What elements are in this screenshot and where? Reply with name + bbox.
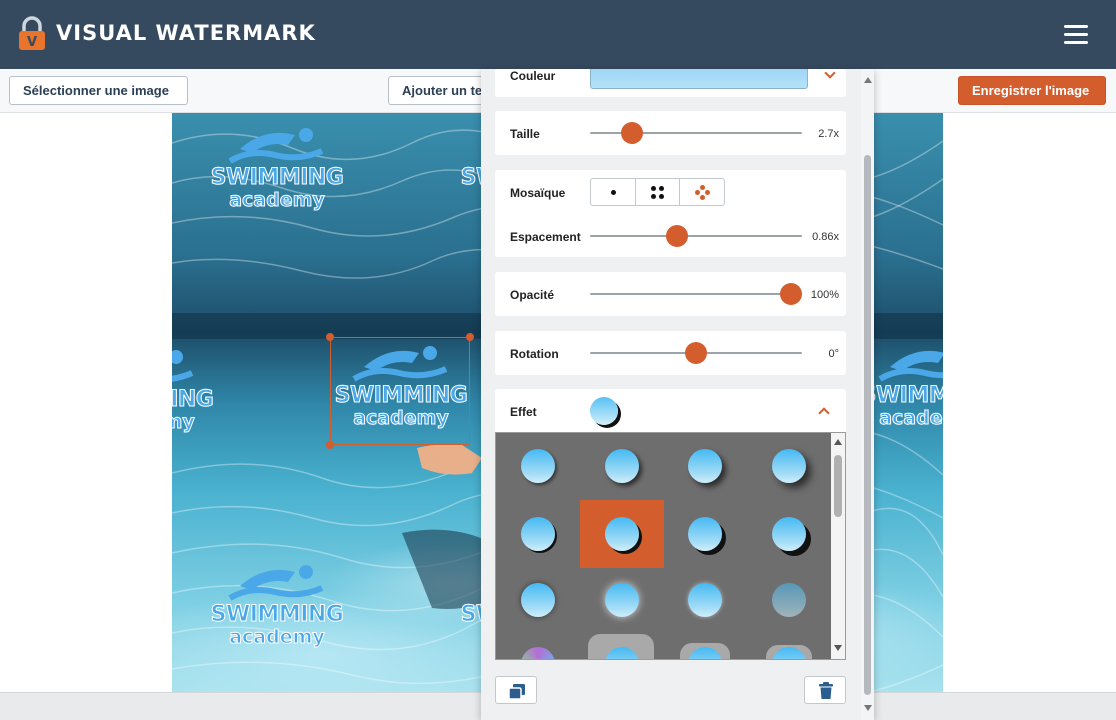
rotation-slider-thumb[interactable] <box>685 342 707 364</box>
opacity-label: Opacité <box>510 288 555 302</box>
delete-button[interactable] <box>804 676 846 704</box>
effect-option[interactable] <box>772 449 806 483</box>
scroll-up-arrow-icon[interactable] <box>834 439 842 445</box>
add-text-button[interactable]: Ajouter un texte <box>388 76 488 105</box>
rotation-card: Rotation 0° <box>495 331 846 375</box>
scroll-down-arrow-icon[interactable] <box>834 645 842 651</box>
opacity-card: Opacité 100% <box>495 272 846 316</box>
color-swatch[interactable] <box>590 69 808 89</box>
size-value: 2.7x <box>818 128 839 140</box>
effect-option[interactable] <box>605 583 639 617</box>
effect-option[interactable] <box>521 583 555 617</box>
effect-option[interactable] <box>521 517 555 551</box>
watermark-text-line1: SWIMMING <box>210 165 344 191</box>
app-header: V VISUAL WATERMARK <box>0 0 1116 69</box>
chevron-down-icon[interactable] <box>824 69 836 79</box>
chevron-up-icon[interactable] <box>818 407 830 419</box>
app-title: VISUAL WATERMARK <box>56 21 316 45</box>
scroll-thumb[interactable] <box>834 455 842 517</box>
effect-grid <box>495 432 846 660</box>
resize-handle-top-right[interactable] <box>466 333 474 341</box>
color-label: Couleur <box>510 69 556 83</box>
single-dot-icon[interactable] <box>591 179 636 205</box>
opacity-value: 100% <box>810 289 839 301</box>
watermark-tile: SWIMMING academy <box>172 343 222 443</box>
duplicate-button[interactable] <box>495 676 537 704</box>
hamburger-menu-icon[interactable] <box>1062 22 1090 48</box>
size-slider-track[interactable] <box>590 122 802 144</box>
spacing-slider-track[interactable] <box>590 225 802 247</box>
tile-card: Mosaïque Espacement 0.86x <box>495 170 846 257</box>
spacing-slider-thumb[interactable] <box>665 225 688 247</box>
resize-handle-top-left[interactable] <box>326 333 334 341</box>
trash-icon <box>819 682 833 699</box>
effect-preview[interactable] <box>590 397 618 425</box>
effect-option[interactable] <box>688 517 722 551</box>
swimmer-logo-icon <box>878 350 943 382</box>
watermark-text-line2: academy <box>229 626 326 649</box>
watermark-tile: SWIMMING academy <box>202 558 352 658</box>
swimmer-logo-icon <box>172 350 194 382</box>
opacity-slider-track[interactable] <box>590 283 803 305</box>
scroll-up-arrow-icon[interactable] <box>864 77 872 83</box>
effect-option[interactable] <box>688 583 722 617</box>
effect-option[interactable] <box>772 583 806 617</box>
effect-card: Effet <box>495 389 846 433</box>
opacity-slider-thumb[interactable] <box>780 283 803 305</box>
effect-option[interactable] <box>605 517 639 551</box>
rotation-label: Rotation <box>510 347 559 361</box>
spacing-value: 0.86x <box>812 231 839 243</box>
swimmer-logo-icon <box>228 565 324 601</box>
effect-option[interactable] <box>521 647 555 659</box>
effect-option[interactable] <box>521 449 555 483</box>
rotation-value: 0° <box>828 348 839 360</box>
panel-scrollbar[interactable] <box>861 69 874 720</box>
selection-box[interactable] <box>326 333 474 449</box>
select-image-button[interactable]: Sélectionner une image <box>9 76 188 105</box>
duplicate-icon <box>508 684 525 700</box>
watermark-text-line1: SWIMMING <box>172 387 214 413</box>
tile-label: Mosaïque <box>510 186 566 200</box>
size-label: Taille <box>510 127 540 141</box>
effect-label: Effet <box>510 405 537 419</box>
watermark-settings-panel: Couleur Taille 2.7x Mosaïque Espacement … <box>481 69 874 720</box>
effect-option[interactable] <box>772 517 806 551</box>
size-slider-thumb[interactable] <box>621 122 644 144</box>
rotation-slider-track[interactable] <box>590 342 802 364</box>
padlock-logo-icon: V <box>19 16 45 50</box>
size-card: Taille 2.7x <box>495 111 846 155</box>
tile-mode-selector <box>590 178 725 206</box>
effect-option[interactable] <box>688 449 722 483</box>
watermark-tile: SWIMMING academy <box>202 121 352 221</box>
scroll-down-arrow-icon[interactable] <box>864 705 872 711</box>
swimmer-logo-icon <box>228 128 324 164</box>
spacing-label: Espacement <box>510 230 581 244</box>
scroll-thumb[interactable] <box>864 155 871 695</box>
watermark-text-line1: SWIMMING <box>210 602 344 628</box>
effect-grid-scrollbar[interactable] <box>831 433 845 659</box>
scattered-dots-icon[interactable] <box>680 179 724 205</box>
color-card: Couleur <box>495 69 846 97</box>
resize-handle-bottom-left[interactable] <box>326 441 334 449</box>
watermark-text-line2: academy <box>229 189 326 212</box>
effect-option[interactable] <box>605 449 639 483</box>
save-image-button[interactable]: Enregistrer l'image <box>958 76 1106 105</box>
four-dots-icon[interactable] <box>636 179 681 205</box>
svg-text:V: V <box>27 35 37 50</box>
watermark-text-line2: academy <box>172 411 195 434</box>
